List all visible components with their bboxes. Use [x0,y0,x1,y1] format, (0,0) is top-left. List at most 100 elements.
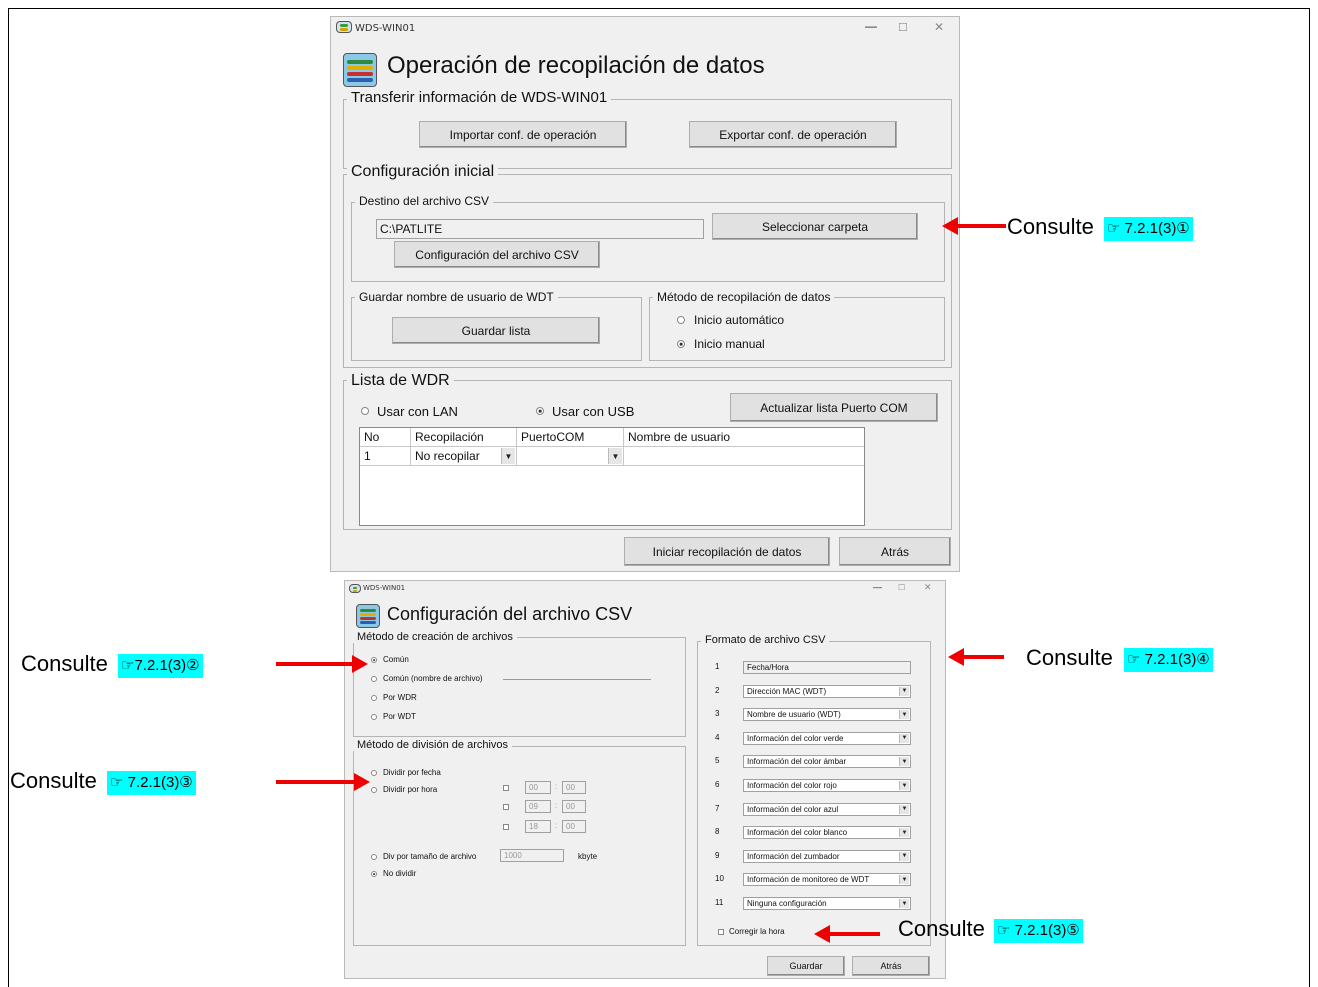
auto-start-label: Inicio automático [694,313,785,327]
chevron-down-icon[interactable]: ▼ [608,448,622,464]
format-dropdown[interactable]: Nombre de usuario (WDT) ▼ [743,708,911,722]
format-dropdown[interactable]: Información de monitoreo de WDT ▼ [743,873,911,887]
format-value: Información del zumbador [747,851,840,861]
creation-wdr-radio[interactable] [371,695,377,701]
hour-checkbox[interactable] [503,785,509,791]
format-row-number: 11 [715,898,724,907]
close-icon[interactable]: ✕ [924,582,932,593]
filename-input[interactable] [503,666,651,680]
format-value: Nombre de usuario (WDT) [747,710,841,720]
chevron-down-icon[interactable]: ▼ [899,875,909,885]
use-lan-radio[interactable] [361,407,369,415]
collection-dropdown[interactable]: No recopilar ▼ [411,447,517,466]
format-dropdown[interactable]: Ninguna configuración ▼ [743,897,911,910]
format-value: Información del color azul [747,804,839,814]
chevron-down-icon[interactable]: ▼ [899,733,909,743]
chevron-down-icon[interactable]: ▼ [899,899,909,908]
creation-option-label: Por WDT [383,712,416,721]
manual-start-radio[interactable] [677,340,685,348]
correct-time-checkbox[interactable] [718,929,724,935]
data-stack-icon [356,604,380,628]
creation-wdt-radio[interactable] [371,714,377,720]
chevron-down-icon[interactable]: ▼ [501,448,515,464]
auto-start-radio[interactable] [677,316,685,324]
callout-ref: ☞ 7.2.1(3)④ [1124,648,1213,672]
callout-word: Consulte [898,916,985,941]
creation-method-label: Método de creación de archivos [353,631,517,643]
format-dropdown[interactable]: Dirección MAC (WDT) ▼ [743,684,911,698]
creation-option-label: Común (nombre de archivo) [383,674,483,683]
divide-date-radio[interactable] [371,770,377,776]
format-row-number: 1 [715,662,720,671]
format-dropdown[interactable]: Información del zumbador ▼ [743,849,911,863]
back-button[interactable]: Atrás [839,537,951,566]
use-lan-label: Usar con LAN [377,404,458,419]
hour-input: 09 [525,800,551,813]
divide-hour-radio[interactable] [371,787,377,793]
chevron-down-icon[interactable]: ▼ [899,781,909,790]
size-unit-label: kbyte [578,852,598,861]
hour-checkbox[interactable] [503,824,509,830]
manual-start-label: Inicio manual [694,337,765,351]
use-usb-label: Usar con USB [552,404,635,419]
format-dropdown[interactable]: Información del color azul ▼ [743,802,911,816]
creation-filename-radio[interactable] [371,676,377,682]
callout-arrow [276,773,370,791]
csv-config-button[interactable]: Configuración del archivo CSV [394,241,600,268]
chevron-down-icon[interactable]: ▼ [899,757,909,767]
select-folder-button[interactable]: Seleccionar carpeta [712,213,918,240]
back-button[interactable]: Atrás [852,956,930,976]
format-row-number: 4 [715,732,720,742]
collection-method-group [649,297,945,361]
save-button[interactable]: Guardar [767,956,845,976]
format-dropdown[interactable]: Información del color rojo ▼ [743,779,911,792]
format-value: Información del color ámbar [747,757,847,767]
format-dropdown[interactable]: Información del color ámbar ▼ [743,755,911,769]
app-logo-icon [349,584,361,593]
format-value: Fecha/Hora [747,663,789,672]
callout-arrow [942,217,1006,235]
time-separator: : [555,801,558,810]
hour-checkbox[interactable] [503,804,509,810]
chevron-down-icon[interactable]: ▼ [899,804,909,814]
table-cell-user[interactable] [624,447,864,466]
format-row-number: 8 [715,827,720,837]
format-dropdown[interactable]: Información del color verde ▼ [743,731,911,745]
callout-ref: ☞ 7.2.1(3)① [1104,217,1193,241]
divide-size-radio[interactable] [371,854,377,860]
import-config-button[interactable]: Importar conf. de operación [419,121,627,148]
table-header: No [360,428,411,447]
close-icon[interactable]: ✕ [934,20,944,34]
no-divide-radio[interactable] [371,871,377,877]
format-value: Información de monitoreo de WDT [747,875,870,885]
maximize-icon[interactable]: ☐ [898,583,905,592]
export-config-button[interactable]: Exportar conf. de operación [689,121,897,148]
use-usb-radio[interactable] [536,407,544,415]
maximize-icon[interactable]: ☐ [898,21,908,34]
hour-input: 00 [525,781,551,794]
transfer-group-label: Transferir información de WDS-WIN01 [347,89,612,106]
correct-time-label: Corregir la hora [729,927,785,936]
callout-word: Consulte [1026,645,1113,670]
minute-input: 00 [562,820,586,833]
chevron-down-icon[interactable]: ▼ [899,851,909,861]
com-port-dropdown[interactable]: ▼ [517,447,624,466]
csv-format-label: Formato de archivo CSV [701,634,830,646]
format-dropdown[interactable]: Información del color blanco ▼ [743,826,911,840]
creation-option-label: Por WDR [383,693,417,702]
format-field[interactable]: Fecha/Hora [743,661,911,674]
chevron-down-icon[interactable]: ▼ [899,686,909,696]
format-row-number: 3 [715,709,720,719]
minimize-icon[interactable]: — [865,19,877,33]
callout-word: Consulte [10,768,97,793]
update-com-list-button[interactable]: Actualizar lista Puerto COM [730,393,938,422]
minimize-icon[interactable]: — [873,582,882,592]
format-value: Ninguna configuración [747,899,827,908]
save-list-button[interactable]: Guardar lista [392,317,600,344]
callout-arrow [276,655,368,673]
chevron-down-icon[interactable]: ▼ [899,710,909,720]
no-divide-label: No dividir [383,869,417,878]
creation-common-radio[interactable] [371,657,377,663]
start-collection-button[interactable]: Iniciar recopilación de datos [624,537,830,566]
chevron-down-icon[interactable]: ▼ [899,828,909,838]
